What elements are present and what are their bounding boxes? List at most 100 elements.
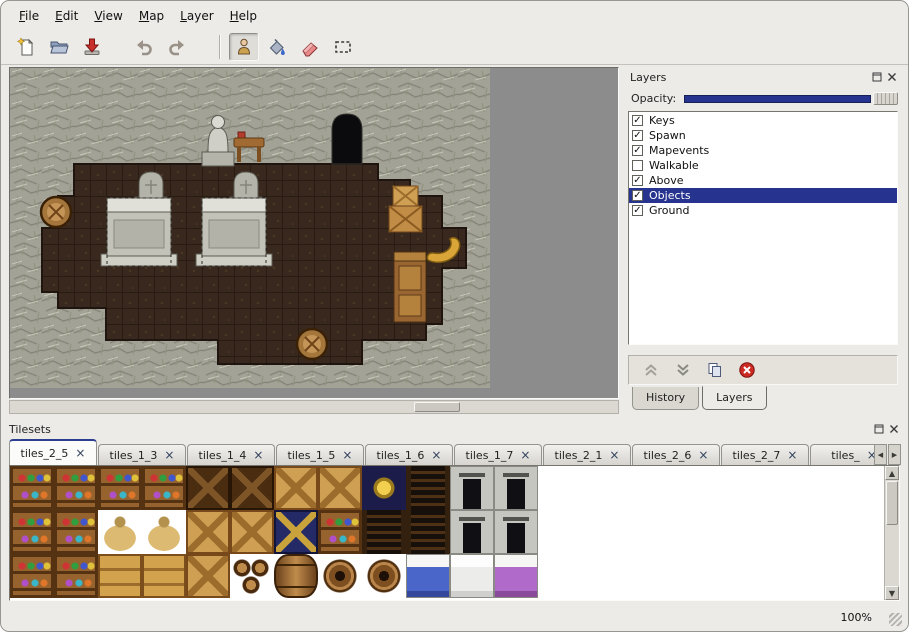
layer-row-walkable[interactable]: Walkable bbox=[629, 158, 897, 173]
tile-shelf[interactable] bbox=[318, 510, 362, 554]
tileset-tab-tiles_2_7[interactable]: tiles_2_7× bbox=[721, 444, 809, 465]
layer-visibility-checkbox[interactable]: ✓ bbox=[632, 130, 643, 141]
map-canvas[interactable] bbox=[10, 68, 490, 388]
layer-row-mapevents[interactable]: ✓Mapevents bbox=[629, 143, 897, 158]
layer-visibility-checkbox[interactable] bbox=[632, 160, 643, 171]
tile-crate-blue[interactable] bbox=[274, 510, 318, 554]
tile-barrel[interactable] bbox=[274, 554, 318, 598]
tileset-tab-tiles_1_5[interactable]: tiles_1_5× bbox=[276, 444, 364, 465]
open-button[interactable] bbox=[44, 33, 74, 61]
tile-bed-purple[interactable] bbox=[494, 554, 538, 598]
duplicate-layer-button[interactable] bbox=[703, 358, 727, 382]
menu-item-view[interactable]: View bbox=[86, 6, 130, 26]
redo-button[interactable] bbox=[162, 33, 192, 61]
layer-visibility-checkbox[interactable]: ✓ bbox=[632, 175, 643, 186]
tileset-tab-tiles_2_1[interactable]: tiles_2_1× bbox=[543, 444, 631, 465]
layer-visibility-checkbox[interactable]: ✓ bbox=[632, 145, 643, 156]
tile-crate-dark[interactable] bbox=[230, 466, 274, 510]
tile-ladder[interactable] bbox=[362, 510, 406, 554]
close-tab-icon[interactable]: × bbox=[698, 450, 708, 460]
stamp-button[interactable] bbox=[229, 33, 259, 61]
eraser-button[interactable] bbox=[295, 33, 325, 61]
menu-item-edit[interactable]: Edit bbox=[47, 6, 86, 26]
tile-shelf[interactable] bbox=[10, 466, 54, 510]
tile-door[interactable] bbox=[494, 510, 538, 554]
tile-bed-white[interactable] bbox=[450, 554, 494, 598]
undo-button[interactable] bbox=[129, 33, 159, 61]
hscroll-thumb[interactable] bbox=[414, 402, 460, 412]
scroll-tabs-right-button[interactable]: ▶ bbox=[888, 444, 901, 465]
tileset-tab-tiles_1_3[interactable]: tiles_1_3× bbox=[98, 444, 186, 465]
fill-button[interactable] bbox=[262, 33, 292, 61]
opacity-slider[interactable] bbox=[684, 91, 898, 106]
layer-row-objects[interactable]: ✓Objects bbox=[629, 188, 897, 203]
vscroll-thumb[interactable] bbox=[886, 481, 898, 525]
tile-door[interactable] bbox=[450, 466, 494, 510]
opacity-handle[interactable] bbox=[873, 92, 898, 105]
tileset-tab-tiles_1_4[interactable]: tiles_1_4× bbox=[187, 444, 275, 465]
close-panel-button[interactable] bbox=[887, 423, 900, 436]
tile-crate-light[interactable] bbox=[230, 510, 274, 554]
tile-shelf[interactable] bbox=[98, 466, 142, 510]
delete-layer-button[interactable] bbox=[735, 358, 759, 382]
menu-item-layer[interactable]: Layer bbox=[172, 6, 221, 26]
close-tab-icon[interactable]: × bbox=[431, 450, 441, 460]
dock-tab-history[interactable]: History bbox=[632, 387, 699, 410]
tile-ladder[interactable] bbox=[406, 466, 450, 510]
tile-bed-blue[interactable] bbox=[406, 554, 450, 598]
menu-item-help[interactable]: Help bbox=[222, 6, 265, 26]
tile-sack[interactable] bbox=[98, 510, 142, 554]
tile-shelf[interactable] bbox=[54, 510, 98, 554]
close-tab-icon[interactable]: × bbox=[342, 450, 352, 460]
tile-gold[interactable] bbox=[362, 466, 406, 510]
tileset-tab-tiles_[interactable]: tiles_× bbox=[810, 444, 874, 465]
close-tab-icon[interactable]: × bbox=[253, 450, 263, 460]
scroll-up-button[interactable]: ▲ bbox=[885, 466, 899, 480]
close-panel-button[interactable] bbox=[885, 71, 898, 84]
layer-visibility-checkbox[interactable]: ✓ bbox=[632, 115, 643, 126]
layer-row-spawn[interactable]: ✓Spawn bbox=[629, 128, 897, 143]
tile-shelf[interactable] bbox=[54, 466, 98, 510]
tile-pot[interactable] bbox=[362, 554, 406, 598]
tile-crate-light[interactable] bbox=[274, 466, 318, 510]
layer-row-above[interactable]: ✓Above bbox=[629, 173, 897, 188]
tile-door[interactable] bbox=[494, 466, 538, 510]
map-hscrollbar[interactable] bbox=[9, 400, 619, 414]
tile-shelf[interactable] bbox=[10, 510, 54, 554]
tile-pot[interactable] bbox=[318, 554, 362, 598]
close-tab-icon[interactable]: × bbox=[520, 450, 530, 460]
scroll-tabs-left-button[interactable]: ◀ bbox=[874, 444, 887, 465]
tile-crate-light[interactable] bbox=[186, 554, 230, 598]
layer-row-keys[interactable]: ✓Keys bbox=[629, 113, 897, 128]
tile-crate-light[interactable] bbox=[186, 510, 230, 554]
select-button[interactable] bbox=[328, 33, 358, 61]
tileset-tab-tiles_2_6[interactable]: tiles_2_6× bbox=[632, 444, 720, 465]
tile-crate-dark[interactable] bbox=[186, 466, 230, 510]
tileset-tab-tiles_1_7[interactable]: tiles_1_7× bbox=[454, 444, 542, 465]
map-viewport[interactable] bbox=[9, 67, 619, 399]
tile-door[interactable] bbox=[450, 510, 494, 554]
resize-grip[interactable] bbox=[889, 613, 902, 626]
tile-shelf[interactable] bbox=[10, 554, 54, 598]
tile-crate-light[interactable] bbox=[318, 466, 362, 510]
layer-visibility-checkbox[interactable]: ✓ bbox=[632, 205, 643, 216]
float-panel-button[interactable] bbox=[872, 423, 885, 436]
tileset-tab-tiles_2_5[interactable]: tiles_2_5× bbox=[9, 439, 97, 465]
close-tab-icon[interactable]: × bbox=[609, 450, 619, 460]
close-tab-icon[interactable]: × bbox=[75, 448, 85, 458]
tile-bench[interactable] bbox=[98, 554, 142, 598]
tile-shelf[interactable] bbox=[142, 466, 186, 510]
new-button[interactable] bbox=[11, 33, 41, 61]
layer-visibility-checkbox[interactable]: ✓ bbox=[632, 190, 643, 201]
float-panel-button[interactable] bbox=[870, 71, 883, 84]
raise-layer-button[interactable] bbox=[639, 358, 663, 382]
layer-row-ground[interactable]: ✓Ground bbox=[629, 203, 897, 218]
close-tab-icon[interactable]: × bbox=[164, 450, 174, 460]
tileset-vscrollbar[interactable]: ▲ ▼ bbox=[884, 466, 899, 600]
tile-barrels[interactable] bbox=[230, 554, 274, 598]
tile-shelf[interactable] bbox=[54, 554, 98, 598]
tile-sack[interactable] bbox=[142, 510, 186, 554]
tileset-tab-tiles_1_6[interactable]: tiles_1_6× bbox=[365, 444, 453, 465]
menu-item-file[interactable]: File bbox=[11, 6, 47, 26]
lower-layer-button[interactable] bbox=[671, 358, 695, 382]
